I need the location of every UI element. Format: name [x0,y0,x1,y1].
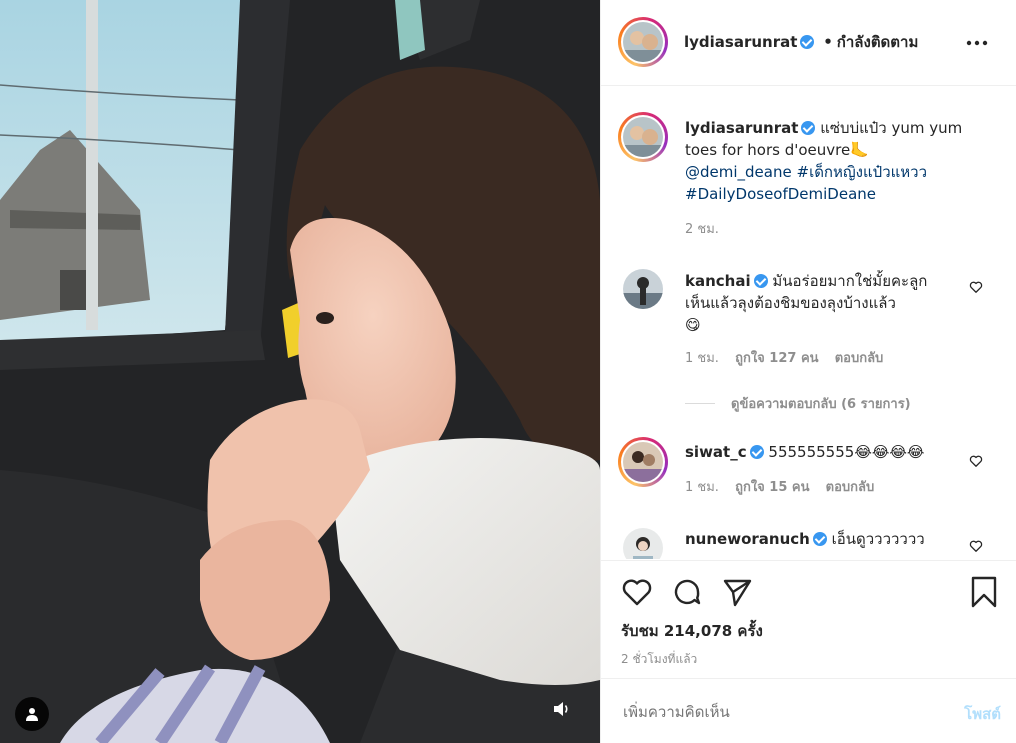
comment-bubble-icon[interactable] [671,576,703,608]
post-actions: รับชม 214,078 ครั้ง 2 ชั่วโมงที่แล้ว [601,560,1016,678]
profile-photo-icon [623,442,663,482]
comment-avatar[interactable] [618,437,668,487]
more-options-button[interactable] [965,33,989,53]
view-count[interactable]: รับชม 214,078 ครั้ง [621,619,763,643]
comments-list[interactable]: lydiasarunrat แซ่บบ่แป๋ว yum yum toes fo… [601,87,1016,559]
comment-reply-button[interactable]: ตอบกลับ [826,480,875,495]
comment-text: มันอร่อยมากใช่มั้ยคะลูก [772,272,928,290]
comment-username[interactable]: nuneworanuch [685,530,810,548]
comment-text: 555555555 [768,443,855,461]
caption-hashtag-link[interactable]: #เด็กหญิงแป๋วแหวว [797,163,928,181]
verified-badge-icon [801,121,816,135]
comment-time[interactable]: 1 ชม. [685,351,719,366]
audio-toggle-button[interactable] [545,692,579,726]
view-replies-button[interactable]: ดูข้อความตอบกลับ (6 รายการ) [685,393,911,414]
tagged-users-button[interactable] [15,697,49,731]
follow-status-button[interactable]: กำลังติดตาม [837,33,919,51]
comment-username[interactable]: kanchai [685,272,751,290]
user-icon [26,708,38,721]
profile-photo-icon [623,22,663,62]
post-details-panel: lydiasarunrat • กำลังติดตาม lydiasarunra… [600,0,1016,743]
speaker-icon [554,702,568,716]
comment-like-heart-icon[interactable] [969,280,983,294]
caption-avatar[interactable] [618,112,668,162]
comment-likes[interactable]: ถูกใจ 127 คน [735,351,818,366]
foot-emoji: 🦶 [850,141,869,159]
post-comment-button[interactable]: โพสต์ [964,702,1001,726]
comment-text-line2: เห็นแล้วลุงต้องชิมของลุงบ้างแล้ว [685,294,896,312]
comment-likes[interactable]: ถูกใจ 15 คน [735,480,809,495]
comment-username[interactable]: siwat_c [685,443,747,461]
caption-time[interactable]: 2 ชม. [685,219,975,241]
share-paper-plane-icon[interactable] [721,576,753,608]
verified-badge-icon [749,445,764,459]
add-comment-bar: โพสต์ [601,678,1016,743]
save-bookmark-icon[interactable] [969,575,999,609]
caption-hashtag-link[interactable]: #DailyDoseofDemiDeane [685,185,876,203]
caption-text: แซ่บบ่แป๋ว yum yum [820,119,963,137]
comment-time[interactable]: 1 ชม. [685,480,719,495]
comment-emoji: 😂😂😂😂 [854,443,925,461]
more-horizontal-icon [966,40,988,46]
post-timestamp[interactable]: 2 ชั่วโมงที่แล้ว [621,650,697,669]
comment-reply-button[interactable]: ตอบกลับ [835,351,884,366]
comment-text: เอ็นดูววววววว [831,530,925,548]
profile-photo-icon [623,117,663,157]
verified-badge-icon [753,274,768,288]
instagram-post-modal: lydiasarunrat • กำลังติดตาม lydiasarunra… [0,0,1016,743]
comment-avatar[interactable] [623,269,663,309]
like-heart-icon[interactable] [621,576,653,608]
caption-text-line2: toes for hors d'oeuvre [685,141,851,159]
profile-photo-icon [623,269,663,309]
header-username[interactable]: lydiasarunrat [684,33,797,51]
comment-input[interactable] [621,695,925,729]
replies-line [685,403,715,404]
post-video[interactable] [0,0,600,743]
profile-photo-icon [623,528,663,559]
verified-badge-icon [800,35,815,49]
verified-badge-icon [812,532,827,546]
comment-like-heart-icon[interactable] [969,539,983,553]
comment-like-heart-icon[interactable] [969,454,983,468]
post-header: lydiasarunrat • กำลังติดตาม [601,0,1016,86]
caption-username[interactable]: lydiasarunrat [685,119,798,137]
video-frame-illustration [0,0,600,743]
view-replies-label: ดูข้อความตอบกลับ (6 รายการ) [731,397,911,412]
comment-avatar[interactable] [623,528,663,559]
header-separator: • [823,33,833,51]
caption-mention-link[interactable]: @demi_deane [685,163,792,181]
comment-emoji: 😋 [685,316,701,334]
avatar[interactable] [618,17,668,67]
